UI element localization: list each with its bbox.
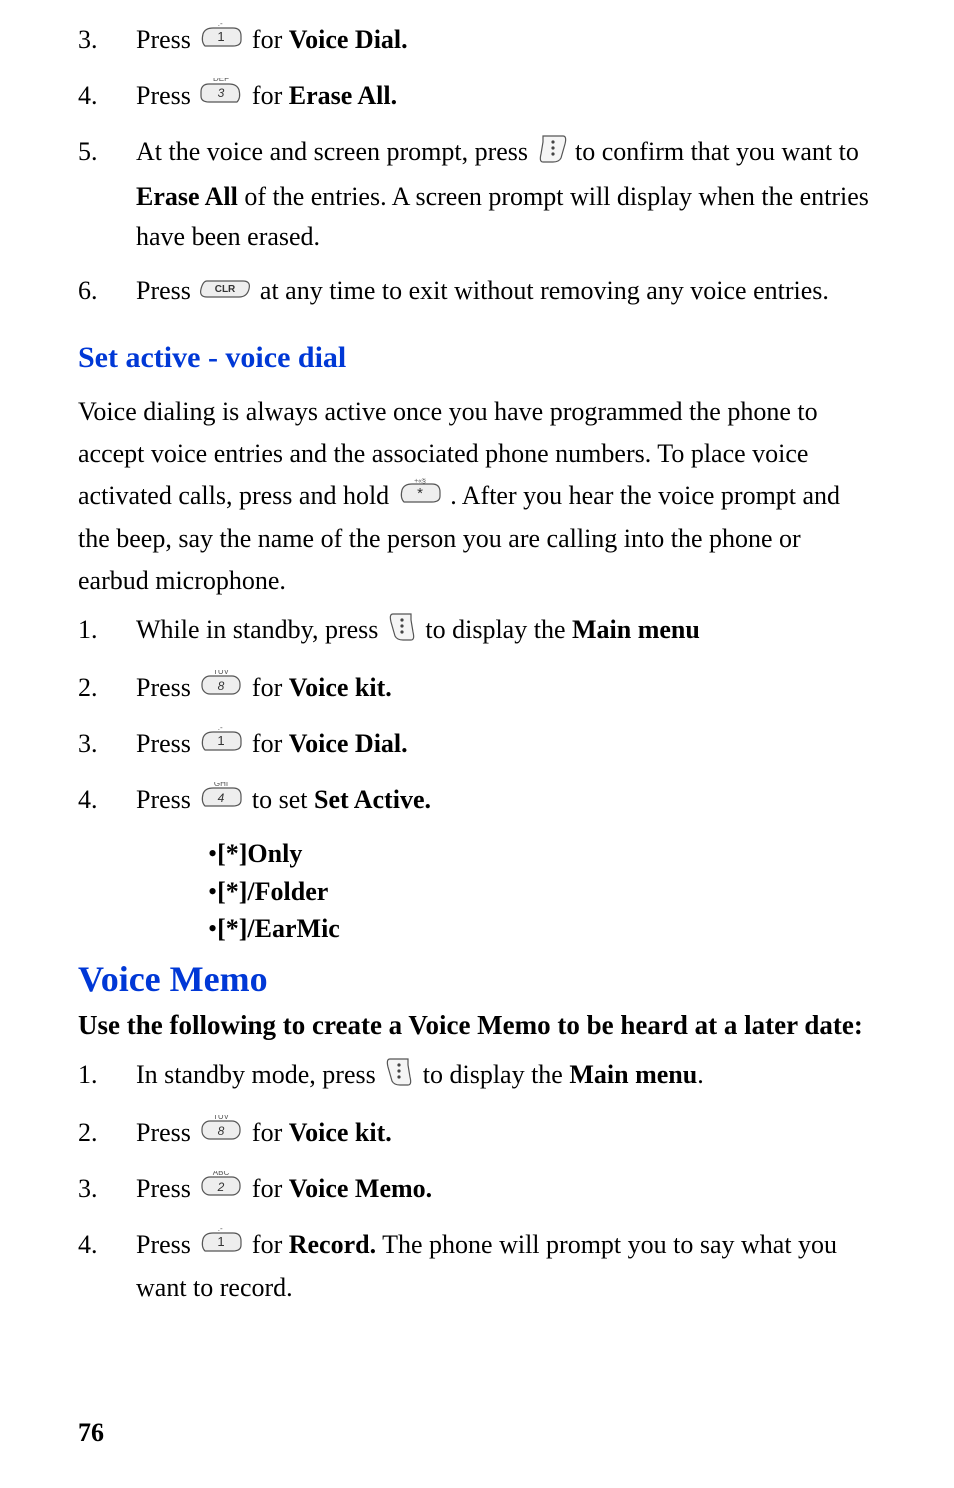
step-bold: Erase All [136,182,238,211]
step-number: 4. [78,780,136,820]
step-bold: Voice kit. [289,1118,392,1147]
step-body: At the voice and screen prompt, press to… [136,132,876,257]
step-body: Press for Voice Dial. [136,724,876,766]
step-text: at any time to exit without removing any… [260,276,829,305]
key-4-ghi-icon [199,782,243,822]
step-text: In standby mode, press [136,1060,382,1089]
step-text: for [252,25,289,54]
step-number: 3. [78,20,136,60]
step: 2. Press for Voice kit. [78,1113,876,1155]
key-8-tuv-icon [199,670,243,710]
step-text: for [252,1174,289,1203]
step-number: 3. [78,724,136,764]
step-bold: Erase All. [289,81,397,110]
step-number: 1. [78,1055,136,1095]
step-text: for [252,729,289,758]
step-text: for [252,673,289,702]
step-text: Press [136,673,191,702]
step: 2. Press for Voice kit. [78,668,876,710]
step-text: Press [136,276,197,305]
step-text: to set [252,785,314,814]
section-heading-voice-memo: Voice Memo [78,958,876,1000]
step: 4. Press to set Set Active. [78,780,876,822]
step-text: Press [136,729,191,758]
step: 1. While in standby, press to display th… [78,610,876,654]
step-tail: of the entries. A screen prompt will dis… [136,182,869,251]
step: 3. Press for Voice Dial. [78,20,876,62]
soft-key-icon [384,1055,414,1099]
step-body: Press for Erase All. [136,76,876,118]
subheading: Use the following to create a Voice Memo… [78,1010,876,1041]
step-bold: Main menu [572,615,700,644]
step: 5. At the voice and screen prompt, press… [78,132,876,257]
step-body: Press to set Set Active. [136,780,876,822]
key-star-icon [398,477,442,519]
step: 3. Press for Voice Memo. [78,1169,876,1211]
step-body: Press for Voice kit. [136,1113,876,1155]
step-text: Press [136,25,191,54]
step-body: Press for Voice kit. [136,668,876,710]
key-3-def-icon [199,78,243,118]
step-number: 4. [78,76,136,116]
step-bold: Main menu [569,1060,697,1089]
step-bold: Set Active. [314,785,431,814]
key-1-icon [199,1227,243,1267]
step-text: for [252,1230,289,1259]
key-clr-icon [199,273,251,313]
step-body: Press at any time to exit without removi… [136,271,876,313]
step-text: to confirm that you want to [575,137,859,166]
step: 3. Press for Voice Dial. [78,724,876,766]
soft-key-icon [537,132,567,176]
step-number: 2. [78,1113,136,1153]
step-text: Press [136,785,191,814]
soft-key-icon [387,610,417,654]
step-bold: Voice Memo. [289,1174,432,1203]
step: 4. Press for Erase All. [78,76,876,118]
step-body: Press for Voice Dial. [136,20,876,62]
key-2-abc-icon [199,1171,243,1211]
bullet-item: •[*]Only [208,836,876,871]
key-1-icon [199,726,243,766]
step-bold: Voice Dial. [289,729,408,758]
paragraph: Voice dialing is always active once you … [78,391,876,601]
bullet-item: •[*]/Folder [208,874,876,909]
step-text: for [252,81,289,110]
bullet-item: •[*]/EarMic [208,911,876,946]
step-text: Press [136,1118,191,1147]
step-body: In standby mode, press to display the Ma… [136,1055,876,1099]
step-text: to display the [425,615,572,644]
step: 6. Press at any time to exit without rem… [78,271,876,313]
step-number: 3. [78,1169,136,1209]
page-content: 3. Press for Voice Dial. 4. Press for Er… [0,0,954,1488]
step: 4. Press for Record. The phone will prom… [78,1225,876,1307]
step-text: Press [136,1174,191,1203]
step-number: 6. [78,271,136,311]
step-bold: Voice kit. [289,673,392,702]
step-body: While in standby, press to display the M… [136,610,876,654]
step-number: 2. [78,668,136,708]
step-text: At the voice and screen prompt, press [136,137,535,166]
step-number: 1. [78,610,136,650]
step-body: Press for Voice Memo. [136,1169,876,1211]
step-text: Press [136,81,191,110]
step-bold: Voice Dial. [289,25,408,54]
step-text: to display the [423,1060,570,1089]
bullet-list: •[*]Only •[*]/Folder •[*]/EarMic [208,836,876,945]
section-heading-set-active: Set active - voice dial [78,341,876,375]
step-number: 5. [78,132,136,172]
key-8-tuv-icon [199,1115,243,1155]
step-text: While in standby, press [136,615,385,644]
step-text: Press [136,1230,191,1259]
key-1-icon [199,22,243,62]
step-bold: Record. [289,1230,376,1259]
step-text: for [252,1118,289,1147]
step: 1. In standby mode, press to display the… [78,1055,876,1099]
step-tail: . [697,1060,704,1089]
step-number: 4. [78,1225,136,1265]
step-body: Press for Record. The phone will prompt … [136,1225,876,1307]
